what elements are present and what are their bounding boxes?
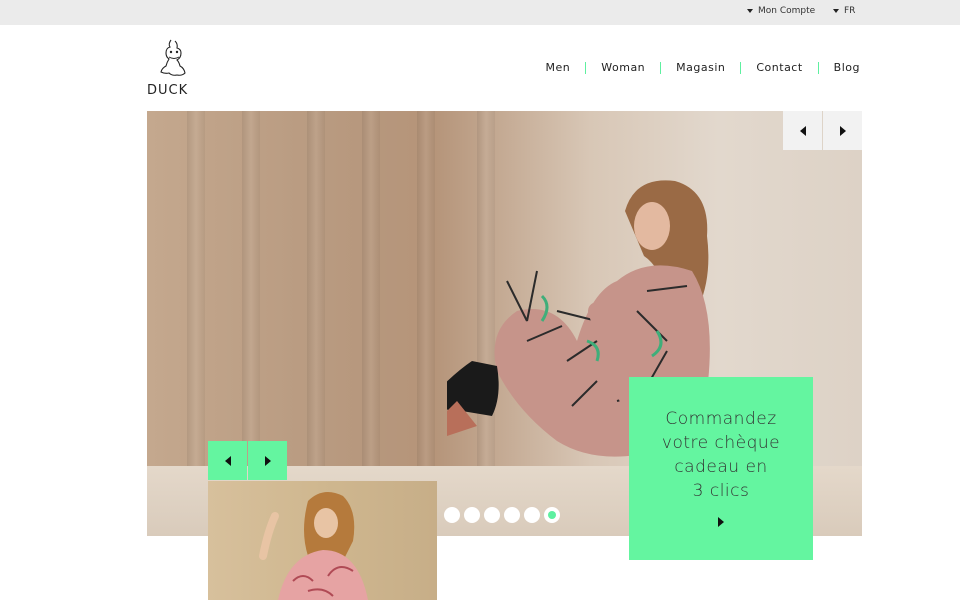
- gift-card-line: cadeau en: [674, 457, 768, 477]
- hero-next-button[interactable]: [823, 111, 862, 150]
- nav-item-men[interactable]: Men: [546, 61, 571, 74]
- arrow-left-icon: [799, 125, 806, 136]
- mini-slider-next-button[interactable]: [248, 441, 287, 480]
- slider-dot[interactable]: [504, 507, 520, 523]
- nav-item-blog[interactable]: Blog: [834, 61, 860, 74]
- language-label: FR: [844, 6, 856, 16]
- language-menu[interactable]: FR: [833, 6, 855, 16]
- hero-prev-button[interactable]: [783, 111, 822, 150]
- nav-divider: [740, 61, 742, 74]
- nav-item-contact[interactable]: Contact: [756, 61, 802, 74]
- gift-card-promo[interactable]: Commandez votre chèque cadeau en 3 clics: [629, 377, 813, 560]
- slider-dot[interactable]: [484, 507, 500, 523]
- gift-card-line: 3 clics: [692, 481, 750, 501]
- arrow-right-icon: [839, 125, 846, 136]
- nav-item-magasin[interactable]: Magasin: [676, 61, 725, 74]
- hero-slider-dots: [444, 507, 560, 523]
- caret-down-icon: [747, 9, 753, 13]
- nav-divider: [817, 61, 819, 74]
- account-menu[interactable]: Mon Compte: [747, 6, 815, 16]
- top-bar: Mon Compte FR: [0, 0, 960, 25]
- mini-slider-prev-button[interactable]: [208, 441, 247, 480]
- slider-dot-active[interactable]: [544, 507, 560, 523]
- arrow-left-icon: [224, 455, 231, 466]
- caret-down-icon: [833, 9, 839, 13]
- account-label: Mon Compte: [758, 6, 816, 16]
- main-nav: Men Woman Magasin Contact Blog: [546, 61, 860, 74]
- slider-dot[interactable]: [444, 507, 460, 523]
- nav-divider: [585, 61, 587, 74]
- slider-dot[interactable]: [464, 507, 480, 523]
- brand-logo[interactable]: DUCK: [145, 38, 201, 98]
- mini-slider-image: [208, 481, 437, 600]
- arrow-right-icon[interactable]: [718, 517, 724, 527]
- arrow-right-icon: [264, 455, 271, 466]
- duck-logo-icon: [160, 39, 186, 76]
- gift-card-text: Commandez votre chèque cadeau en 3 clics: [629, 407, 813, 503]
- nav-item-woman[interactable]: Woman: [601, 61, 645, 74]
- gift-card-line: votre chèque: [661, 433, 781, 453]
- brand-name: DUCK: [147, 83, 189, 98]
- nav-divider: [660, 61, 662, 74]
- laughing-woman-figure: [259, 492, 368, 600]
- gift-card-line: Commandez: [665, 409, 777, 429]
- slider-dot[interactable]: [524, 507, 540, 523]
